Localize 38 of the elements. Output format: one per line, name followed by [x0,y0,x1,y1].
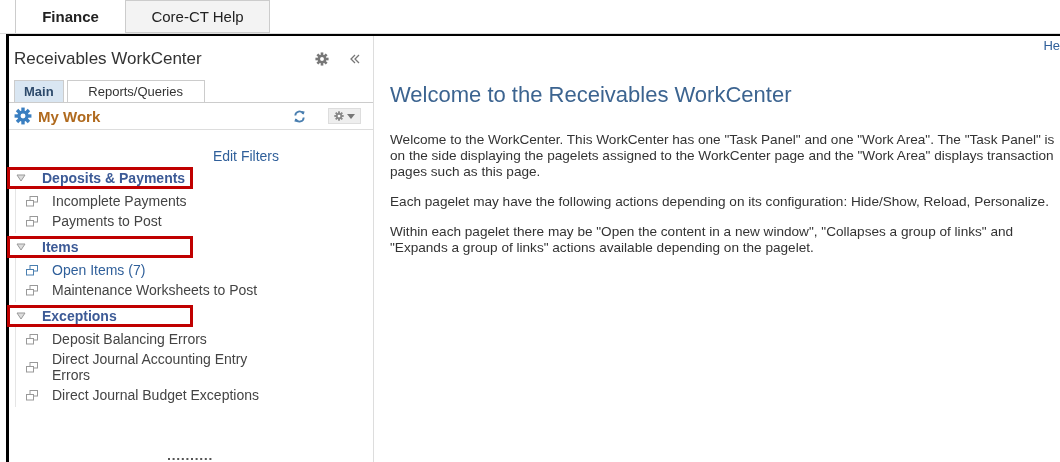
collapse-triangle-icon[interactable] [16,312,26,320]
worklist-link[interactable]: Open Items (7) [52,262,272,278]
options-button[interactable] [328,108,361,124]
paragraph: Welcome to the WorkCenter. This WorkCenter has one "Task Panel" and one "Work Area". The "Task Panel" is on the side displaying the pagelets assigned to the WorkCenter page and the "Work Area" displays transaction pages such as this page. [390,132,1056,180]
window-icon[interactable] [26,264,38,276]
caret-icon [347,113,355,119]
resize-handle[interactable] [168,458,214,461]
worklist-link[interactable]: Direct Journal Accounting Entry Errors [52,351,272,383]
group-header[interactable]: Deposits & Payments [7,167,193,189]
panel-title: Receivables WorkCenter [14,49,203,69]
worklist-link[interactable]: Direct Journal Budget Exceptions [52,387,272,403]
worklist-link[interactable]: Payments to Post [52,213,272,229]
pagelet-title: My Work [38,107,102,125]
window-icon[interactable] [26,333,38,345]
paragraph: Each pagelet may have the following actions depending on its configuration: Hide/Show, Reload, Personalize. [390,194,1050,210]
collapse-icon[interactable] [349,53,361,65]
window-icon[interactable] [26,361,38,373]
edit-filters-link[interactable]: Edit Filters [212,148,279,164]
panel-tab[interactable]: Main [14,80,64,102]
paragraph: Within each pagelet there may be "Open the content in a new window", "Collapses a group of links" and "Expands a group of links" actions available depending on the pagelet. [390,224,1015,256]
window-icon[interactable] [26,389,38,401]
gear-icon[interactable] [334,111,344,121]
window-icon[interactable] [26,215,38,227]
top-tab[interactable]: Core-CT Help [125,0,270,33]
worklist-link[interactable]: Maintenance Worksheets to Post [52,282,272,298]
worklist-link[interactable]: Incomplete Payments [52,193,272,209]
window-icon[interactable] [26,195,38,207]
help-link[interactable]: He [1043,38,1060,53]
worklist-link[interactable]: Deposit Balancing Errors [52,331,272,347]
window-icon[interactable] [26,284,38,296]
page-heading: Welcome to the Receivables WorkCenter [390,82,793,108]
panel-tab[interactable]: Reports/Queries [66,80,205,102]
settings-icon[interactable] [315,52,329,66]
refresh-icon[interactable] [293,109,306,123]
group-header[interactable]: Items [7,236,193,258]
collapse-triangle-icon[interactable] [16,243,26,251]
collapse-triangle-icon[interactable] [16,174,26,182]
group-header[interactable]: Exceptions [7,305,193,327]
